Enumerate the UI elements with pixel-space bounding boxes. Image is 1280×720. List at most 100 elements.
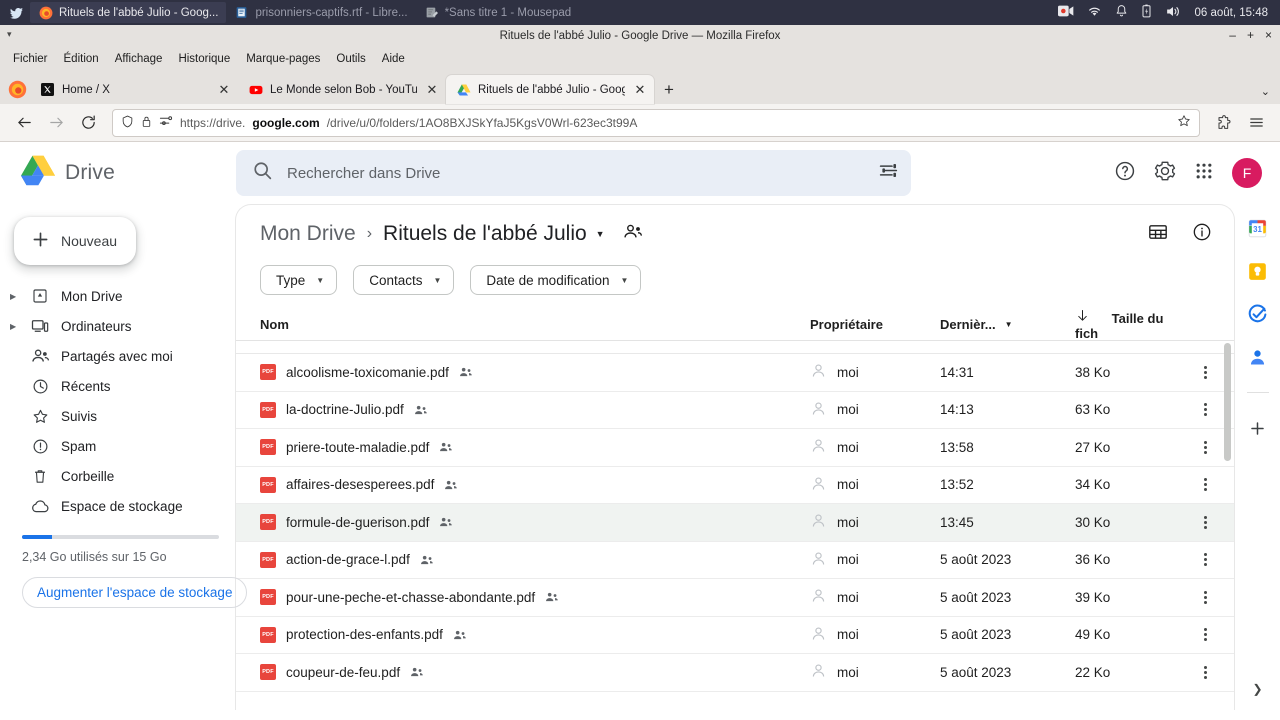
apps-grid-icon[interactable]	[1194, 161, 1214, 186]
chevron-down-icon[interactable]: ▾	[7, 29, 12, 40]
table-row[interactable]: PDF priere-toute-maladie.pdf moi 13:58 2…	[236, 429, 1234, 467]
taskbar-task-libreoffice[interactable]: prisonniers-captifs.rtf - Libre...	[226, 2, 415, 23]
sidebar-item-recents[interactable]: Récents	[0, 371, 223, 401]
filter-chip-date-de-modification[interactable]: Date de modification ▼	[470, 265, 641, 295]
forward-arrow-icon[interactable]	[40, 108, 72, 138]
puzzle-piece-icon[interactable]	[1208, 108, 1240, 138]
column-header-size[interactable]: Taille du fich	[1075, 308, 1190, 341]
sidebar-item-mon-drive[interactable]: ▶ Mon Drive	[0, 281, 223, 311]
menu-edition[interactable]: Édition	[56, 51, 107, 67]
permissions-icon[interactable]	[159, 115, 173, 130]
shield-icon[interactable]	[121, 115, 134, 131]
volume-icon[interactable]	[1165, 5, 1181, 21]
column-header-modified[interactable]: Dernièr... ▼	[940, 317, 1075, 332]
sidebar-item-ordinateurs[interactable]: ▶ Ordinateurs	[0, 311, 223, 341]
row-actions-kebab-icon[interactable]	[1190, 478, 1220, 491]
tune-filter-icon[interactable]	[878, 160, 899, 186]
table-row[interactable]: PDF action-de-grace-l.pdf moi 5 août 202…	[236, 542, 1234, 580]
file-name-cell[interactable]: PDF pour-une-peche-et-chasse-abondante.p…	[260, 589, 810, 605]
table-row[interactable]: PDF protection-des-enfants.pdf moi 5 aoû…	[236, 617, 1234, 655]
google-keep-icon[interactable]	[1247, 260, 1269, 282]
sidebar-item-spam[interactable]: Spam	[0, 431, 223, 461]
scrollbar-thumb[interactable]	[1224, 343, 1231, 461]
grid-view-icon[interactable]	[1148, 223, 1168, 246]
filter-chip-contacts[interactable]: Contacts ▼	[353, 265, 454, 295]
table-row[interactable]: PDF pour-une-peche-et-chasse-abondante.p…	[236, 579, 1234, 617]
close-tab-icon[interactable]: ✕	[216, 82, 232, 98]
menu-affichage[interactable]: Affichage	[107, 51, 171, 67]
table-row[interactable]: PDF formule-de-guerison.pdf moi 13:45 30	[236, 504, 1234, 542]
table-row[interactable]: PDF affaires-desesperees.pdf moi 13:52 3…	[236, 467, 1234, 505]
maximize-button[interactable]: +	[1247, 27, 1254, 43]
minimize-button[interactable]: –	[1229, 27, 1236, 43]
google-tasks-icon[interactable]	[1247, 303, 1269, 325]
column-header-owner[interactable]: Propriétaire	[810, 317, 940, 332]
reload-icon[interactable]	[72, 108, 104, 138]
chevron-right-icon[interactable]: ❯	[1252, 682, 1262, 696]
sidebar-item-corbeille[interactable]: Corbeille	[0, 461, 223, 491]
file-name-cell[interactable]: PDF la-doctrine-Julio.pdf	[260, 402, 810, 418]
gear-icon[interactable]	[1154, 160, 1176, 187]
file-name-cell[interactable]: PDF protection-des-enfants.pdf	[260, 627, 810, 643]
taskbar-clock[interactable]: 06 août, 15:48	[1194, 7, 1268, 19]
table-row[interactable]: PDF la-doctrine-Julio.pdf moi 14:13 63 K…	[236, 392, 1234, 430]
chevron-down-icon[interactable]: ▼	[1005, 320, 1013, 329]
google-contacts-icon[interactable]	[1247, 346, 1269, 368]
row-actions-kebab-icon[interactable]	[1190, 553, 1220, 566]
file-name-cell[interactable]: PDF coupeur-de-feu.pdf	[260, 664, 810, 680]
close-tab-icon[interactable]: ✕	[424, 82, 440, 98]
sort-direction-icon[interactable]	[1075, 308, 1090, 326]
sidebar-item-suivis[interactable]: Suivis	[0, 401, 223, 431]
chevron-down-icon[interactable]: ⌄	[1261, 85, 1270, 98]
table-row[interactable]: PDF alcoolisme-toxicomanie.pdf moi 14:31	[236, 354, 1234, 392]
info-icon[interactable]	[1192, 222, 1212, 247]
chevron-down-icon[interactable]: ▼	[596, 229, 605, 239]
column-header-name[interactable]: Nom	[260, 317, 810, 332]
bell-icon[interactable]	[1115, 4, 1128, 21]
file-table-body[interactable]: PDF alcoolisme-toxicomanie.pdf moi 14:31	[236, 341, 1234, 710]
add-apps-icon[interactable]	[1247, 417, 1269, 439]
file-name-cell[interactable]: PDF action-de-grace-l.pdf	[260, 552, 810, 568]
menu-fichier[interactable]: Fichier	[5, 51, 56, 67]
file-name-cell[interactable]: PDF affaires-desesperees.pdf	[260, 477, 810, 493]
table-row[interactable]: PDF coupeur-de-feu.pdf moi 5 août 2023 2…	[236, 654, 1234, 692]
row-actions-kebab-icon[interactable]	[1190, 366, 1220, 379]
battery-charging-icon[interactable]	[1141, 4, 1152, 21]
sidebar-item-partages-avec-moi[interactable]: Partagés avec moi	[0, 341, 223, 371]
padlock-icon[interactable]	[141, 115, 152, 131]
hamburger-menu-icon[interactable]	[1240, 108, 1272, 138]
wifi-icon[interactable]	[1087, 5, 1102, 20]
search-input[interactable]: Rechercher dans Drive	[236, 150, 911, 196]
close-button[interactable]: ×	[1265, 27, 1272, 43]
new-button[interactable]: Nouveau	[14, 217, 136, 265]
file-name-cell[interactable]: PDF priere-toute-maladie.pdf	[260, 439, 810, 455]
url-bar[interactable]: https://drive.google.com/drive/u/0/folde…	[112, 109, 1200, 137]
menu-outils[interactable]: Outils	[328, 51, 373, 67]
filter-chip-type[interactable]: Type ▼	[260, 265, 337, 295]
menu-historique[interactable]: Historique	[170, 51, 238, 67]
drive-logo[interactable]: Drive	[0, 155, 210, 191]
chevron-right-icon[interactable]: ▶	[10, 292, 19, 301]
new-tab-button[interactable]: +	[654, 75, 684, 104]
row-actions-kebab-icon[interactable]	[1190, 666, 1220, 679]
chevron-right-icon[interactable]: ▶	[10, 322, 19, 331]
star-icon[interactable]	[1177, 114, 1191, 131]
sidebar-item-espace-de-stockage[interactable]: Espace de stockage	[0, 491, 223, 521]
browser-tab-youtube[interactable]: Le Monde selon Bob - YouTub ✕	[238, 75, 446, 104]
breadcrumb-parent[interactable]: Mon Drive	[260, 222, 356, 246]
file-name-cell[interactable]: PDF formule-de-guerison.pdf	[260, 514, 810, 530]
breadcrumb-current[interactable]: Rituels de l'abbé Julio	[383, 222, 587, 246]
row-actions-kebab-icon[interactable]	[1190, 441, 1220, 454]
file-name-cell[interactable]: PDF alcoolisme-toxicomanie.pdf	[260, 364, 810, 380]
row-actions-kebab-icon[interactable]	[1190, 591, 1220, 604]
upgrade-storage-button[interactable]: Augmenter l'espace de stockage	[22, 577, 247, 608]
menu-aide[interactable]: Aide	[374, 51, 413, 67]
taskbar-task-firefox[interactable]: Rituels de l'abbé Julio - Goog...	[30, 2, 226, 23]
camera-record-icon[interactable]	[1058, 5, 1074, 20]
google-calendar-icon[interactable]: 31	[1247, 217, 1269, 239]
browser-tab-home-x[interactable]: Home / X ✕	[30, 75, 238, 104]
browser-tab-google-drive[interactable]: Rituels de l'abbé Julio - Googl ✕	[446, 75, 654, 104]
help-icon[interactable]	[1114, 160, 1136, 187]
row-actions-kebab-icon[interactable]	[1190, 516, 1220, 529]
bird-launcher-icon[interactable]	[6, 3, 26, 23]
